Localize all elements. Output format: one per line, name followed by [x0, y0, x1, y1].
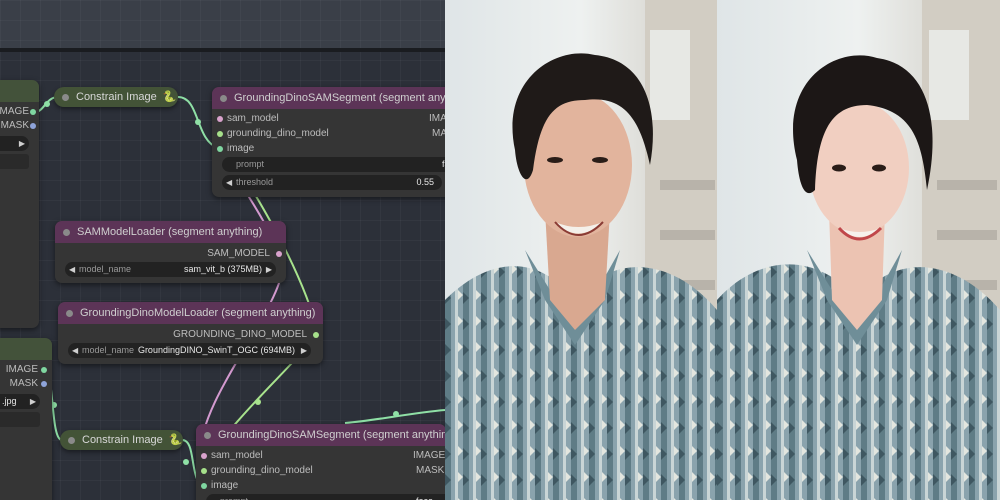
constrain-image-node-top[interactable]: Constrain Image 🐍	[54, 87, 178, 107]
node-title	[0, 80, 39, 102]
prompt-field[interactable]: prompt face	[222, 157, 445, 172]
chevron-left-icon[interactable]: ◀	[72, 343, 78, 358]
output-image-socket[interactable]	[41, 367, 47, 373]
portrait-photo-icon	[717, 0, 1000, 500]
chevron-right-icon[interactable]: ▶	[30, 394, 36, 409]
model-name-label: model_name	[82, 345, 135, 355]
load-image-node-top[interactable]: IMAGE MASK ▶	[0, 80, 39, 328]
chevron-left-icon[interactable]: ◀	[69, 262, 75, 277]
grounding-dino-model-loader-node[interactable]: GroundingDinoModelLoader (segment anythi…	[58, 302, 323, 364]
output-dino-socket[interactable]	[313, 332, 319, 338]
input-sam-label: sam_model	[227, 113, 279, 124]
output-image-label: IMAGE	[0, 106, 29, 117]
collapse-dot-icon[interactable]	[220, 95, 227, 102]
constrain-image-node-bottom[interactable]: Constrain Image 🐍	[60, 430, 183, 450]
threshold-label: threshold	[236, 177, 274, 187]
input-dino-socket[interactable]	[217, 131, 223, 137]
output-sam-socket[interactable]	[276, 251, 282, 257]
input-dino-label: grounding_dino_model	[227, 128, 329, 139]
prompt-label: prompt	[220, 494, 248, 500]
node-title: Constrain Image	[76, 91, 157, 103]
python-badge-icon: 🐍	[168, 434, 183, 446]
output-image-socket[interactable]	[30, 109, 36, 115]
chevron-left-icon[interactable]: ◀	[226, 175, 232, 190]
threshold-value: 0.55	[416, 177, 434, 187]
upload-field[interactable]	[0, 412, 40, 427]
node-title-bar: GroundingDinoSAMSegment (segment anythin…	[196, 424, 445, 446]
output-mask-label: MASK	[416, 465, 445, 476]
node-title: Constrain Image	[82, 434, 163, 446]
grounding-dino-sam-segment-node-top[interactable]: GroundingDinoSAMSegment (segment anythin…	[212, 87, 445, 197]
output-mask-socket[interactable]	[41, 381, 47, 387]
input-image-socket[interactable]	[217, 146, 223, 152]
input-image-socket[interactable]	[201, 483, 207, 489]
chevron-right-icon[interactable]: ▶	[301, 343, 307, 358]
load-image-node-bottom[interactable]: IMAGE MASK .jpg ▶	[0, 338, 52, 500]
collapse-dot-icon[interactable]	[66, 310, 73, 317]
image-file-value: .jpg	[2, 396, 17, 406]
node-title: GroundingDinoSAMSegment (segment anythin…	[218, 429, 445, 441]
input-sam-label: sam_model	[211, 450, 263, 461]
output-sam-label: SAM_MODEL	[207, 248, 270, 259]
node-title: GroundingDinoSAMSegment (segment anythin…	[234, 92, 445, 104]
grounding-dino-sam-segment-node-bottom[interactable]: GroundingDinoSAMSegment (segment anythin…	[196, 424, 445, 500]
chevron-right-icon[interactable]: ▶	[266, 262, 272, 277]
node-title-bar: GroundingDinoModelLoader (segment anythi…	[58, 302, 323, 324]
sam-model-loader-node[interactable]: SAMModelLoader (segment anything) SAM_MO…	[55, 221, 286, 283]
portrait-photo-after	[717, 0, 1000, 500]
node-graph-canvas[interactable]: IMAGE MASK ▶ Constrain Image 🐍 GroundingD…	[0, 0, 445, 500]
node-title: SAMModelLoader (segment anything)	[77, 226, 263, 238]
input-dino-socket[interactable]	[201, 468, 207, 474]
output-image-label: IMAGE	[413, 450, 445, 461]
portrait-photo-icon	[445, 0, 717, 500]
input-dino-label: grounding_dino_model	[211, 465, 313, 476]
output-mask-socket[interactable]	[30, 123, 36, 129]
chevron-right-icon[interactable]: ▶	[19, 136, 25, 151]
collapse-dot-icon[interactable]	[63, 229, 70, 236]
image-file-widget[interactable]: ▶	[0, 136, 29, 151]
model-name-select[interactable]: ◀ model_name GroundingDINO_SwinT_OGC (69…	[68, 343, 311, 358]
output-image-label: IMAGE	[429, 113, 445, 124]
upload-field[interactable]	[0, 154, 29, 169]
python-badge-icon: 🐍	[162, 91, 177, 103]
model-name-value: sam_vit_b (375MB)	[183, 264, 262, 274]
node-title: GroundingDinoModelLoader (segment anythi…	[80, 307, 316, 319]
node-title	[0, 338, 52, 360]
input-sam-socket[interactable]	[201, 453, 207, 459]
output-image-label: IMAGE	[5, 364, 38, 375]
portrait-photo-before	[445, 0, 717, 500]
input-image-label: image	[227, 143, 255, 154]
output-mask-label: MASK	[9, 378, 38, 389]
node-title-bar: GroundingDinoSAMSegment (segment anythin…	[212, 87, 445, 109]
collapse-dot-icon[interactable]	[68, 437, 75, 444]
model-name-label: model_name	[79, 264, 132, 274]
output-mask-label: MASK	[0, 120, 29, 131]
prompt-field[interactable]: prompt face	[206, 494, 445, 500]
prompt-value: face	[416, 494, 433, 500]
input-image-label: image	[211, 480, 239, 491]
output-mask-label: MASK	[432, 128, 445, 139]
collapse-dot-icon[interactable]	[62, 94, 69, 101]
image-file-widget[interactable]: .jpg ▶	[0, 394, 40, 409]
collapse-dot-icon[interactable]	[204, 432, 211, 439]
model-name-select[interactable]: ◀ model_name sam_vit_b (375MB) ▶	[65, 262, 276, 277]
threshold-slider[interactable]: ◀ threshold 0.55	[222, 175, 442, 190]
node-title-bar: SAMModelLoader (segment anything)	[55, 221, 286, 243]
model-name-value: GroundingDINO_SwinT_OGC (694MB)	[137, 345, 295, 355]
prompt-label: prompt	[236, 159, 265, 169]
input-sam-socket[interactable]	[217, 116, 223, 122]
output-dino-label: GROUNDING_DINO_MODEL	[173, 329, 307, 340]
